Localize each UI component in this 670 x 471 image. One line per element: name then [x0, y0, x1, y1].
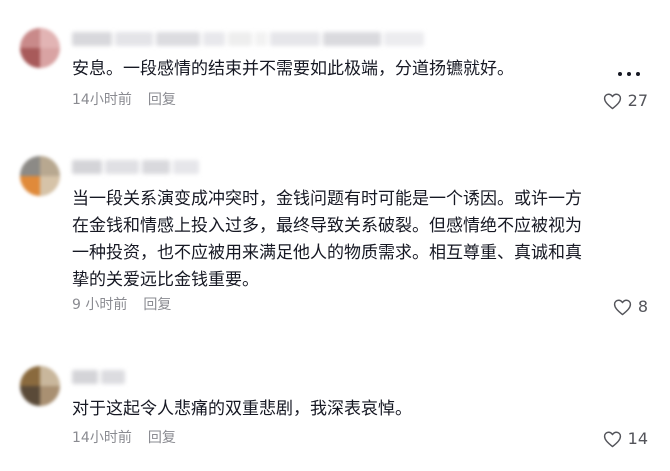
comment-meta: 9 小时前 回复 — [72, 294, 171, 314]
like-button[interactable]: 14 — [603, 429, 648, 448]
comment-time: 9 小时前 — [72, 297, 128, 313]
heart-outline-icon — [603, 93, 621, 109]
username-blurred[interactable] — [72, 30, 424, 48]
like-button[interactable]: 8 — [613, 297, 648, 316]
more-options-button[interactable] — [618, 72, 640, 76]
like-count: 14 — [627, 429, 648, 448]
reply-button[interactable]: 回复 — [148, 89, 176, 109]
heart-outline-icon — [613, 299, 631, 315]
comment-meta: 14小时前 回复 — [72, 89, 176, 109]
username-blurred[interactable] — [72, 368, 125, 386]
like-count: 27 — [627, 91, 648, 110]
heart-outline-icon — [603, 431, 621, 447]
avatar[interactable] — [20, 366, 60, 406]
more-dot — [636, 72, 640, 76]
reply-button[interactable]: 回复 — [143, 294, 171, 314]
more-dot — [618, 72, 622, 76]
comment-text: 安息。一段感情的结束并不需要如此极端，分道扬镳就好。 — [72, 59, 514, 79]
comment-time: 14小时前 — [72, 92, 132, 108]
comment-time: 14小时前 — [72, 430, 132, 446]
username-blurred[interactable] — [72, 158, 199, 176]
avatar[interactable] — [20, 28, 60, 68]
like-button[interactable]: 27 — [603, 91, 648, 110]
reply-button[interactable]: 回复 — [148, 427, 176, 447]
more-dot — [627, 72, 631, 76]
comment-text: 对于这起令人悲痛的双重悲剧，我深表哀悼。 — [72, 399, 412, 419]
avatar[interactable] — [20, 156, 60, 196]
comment-meta: 14小时前 回复 — [72, 427, 176, 447]
comment-text: 当一段关系演变成冲突时，金钱问题有时可能是一个诱因。或许一方在金钱和情感上投入过… — [72, 189, 582, 290]
like-count: 8 — [637, 297, 648, 316]
